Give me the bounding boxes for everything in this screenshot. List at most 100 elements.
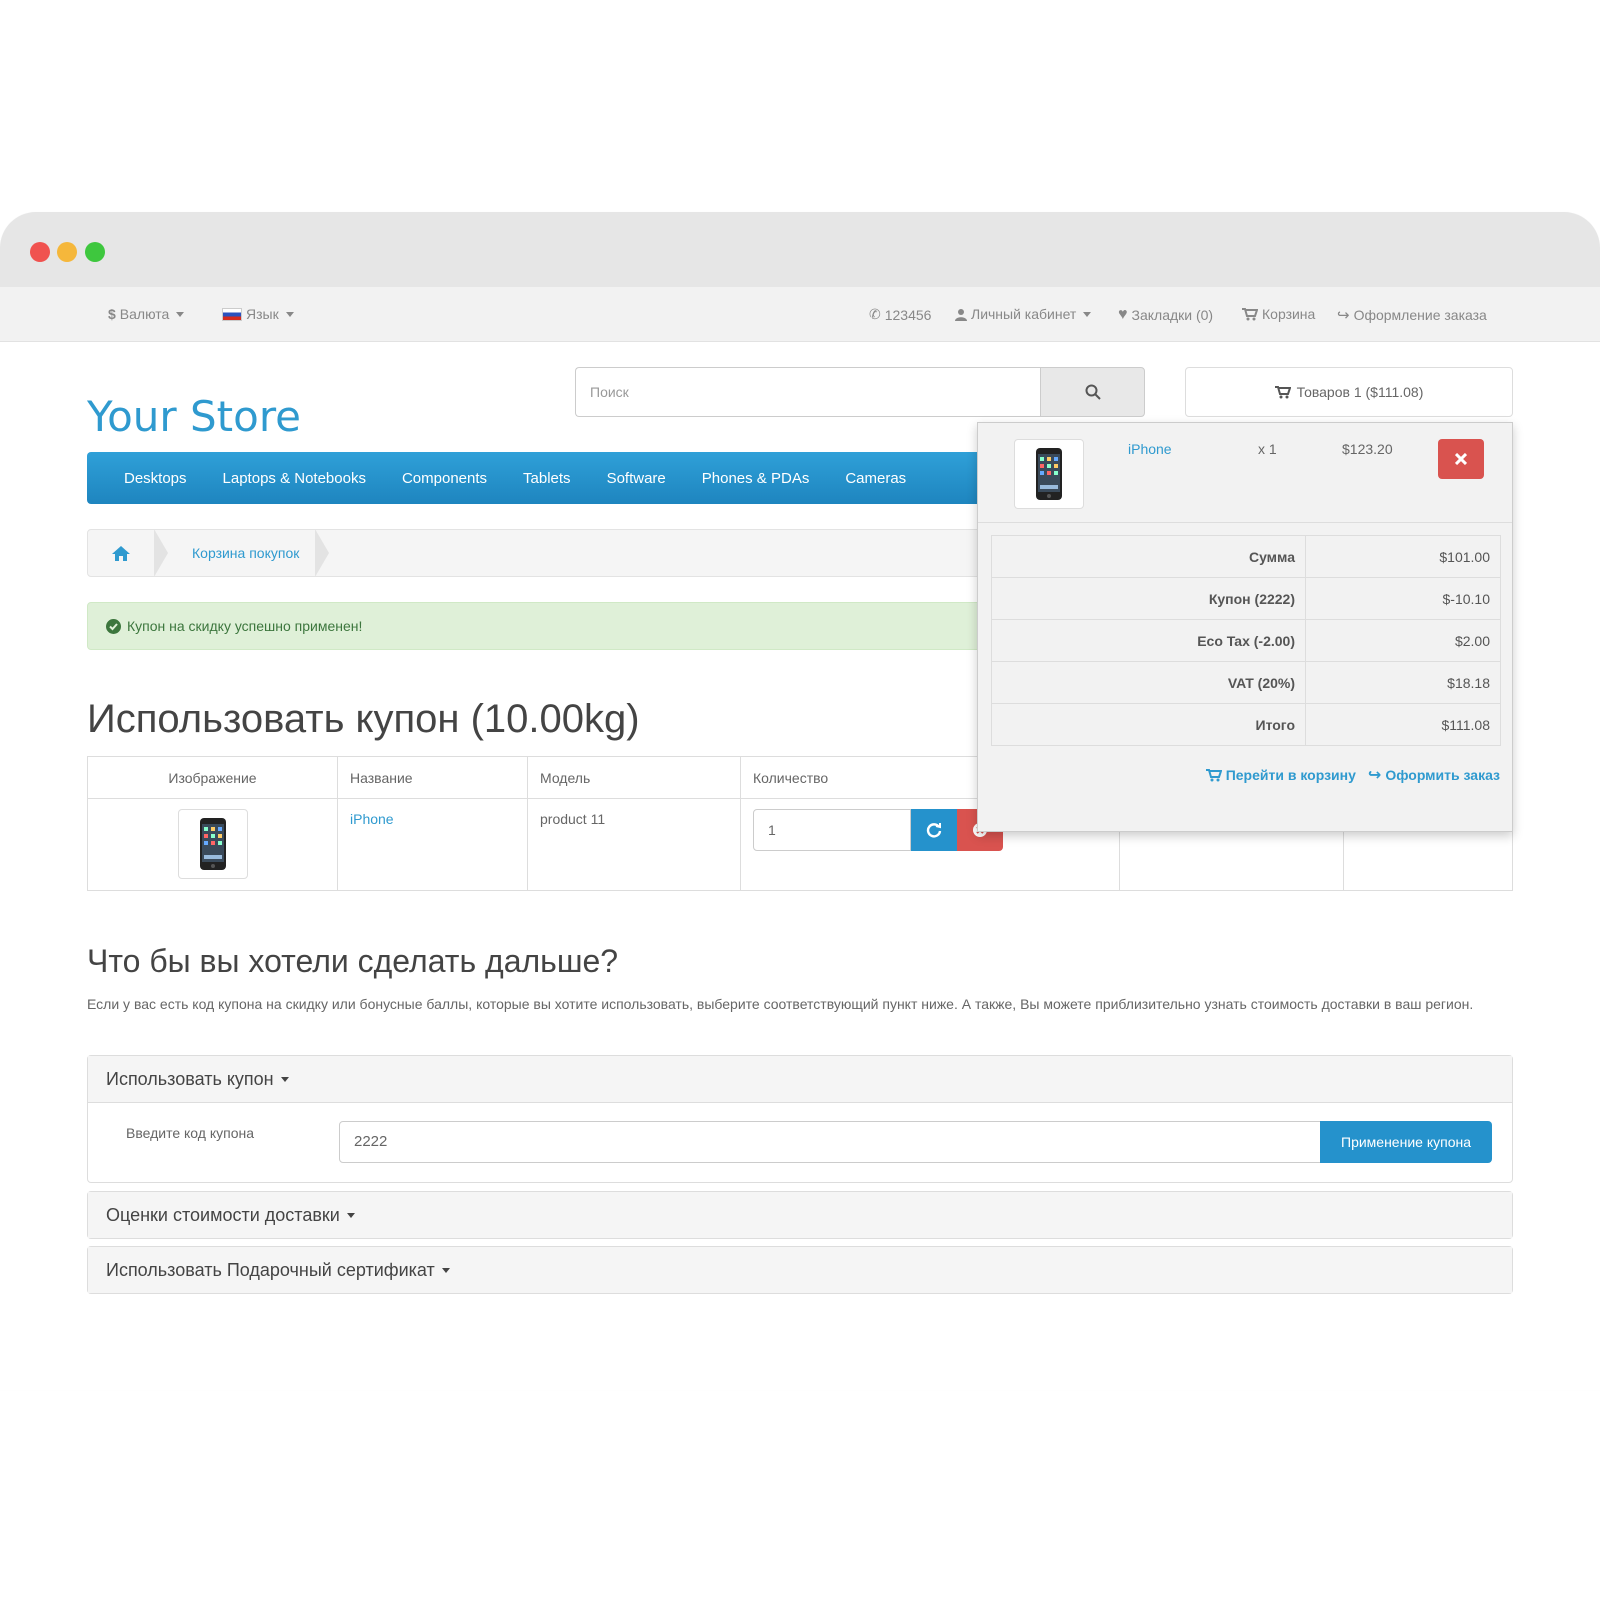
menu-item-desktops[interactable]: Desktops bbox=[106, 470, 205, 487]
checkout-dropdown-label: Оформить заказ bbox=[1385, 767, 1500, 783]
menu-item-laptops[interactable]: Laptops & Notebooks bbox=[205, 470, 384, 487]
chevron-down-icon bbox=[285, 311, 294, 317]
account-label: Личный кабинет bbox=[971, 306, 1077, 322]
cart-link[interactable]: Корзина bbox=[1242, 306, 1315, 322]
totals-label: Eco Tax (-2.00) bbox=[991, 619, 1306, 662]
close-window-button[interactable] bbox=[30, 242, 50, 262]
cart-dropdown-product-name[interactable]: iPhone bbox=[1128, 441, 1172, 457]
menu-item-components[interactable]: Components bbox=[384, 470, 505, 487]
phone-image bbox=[1036, 448, 1062, 500]
column-header-name: Название bbox=[337, 756, 528, 799]
totals-label: Купон (2222) bbox=[991, 577, 1306, 620]
coupon-panel-toggle[interactable]: Использовать купон bbox=[88, 1056, 1512, 1102]
product-thumbnail[interactable] bbox=[178, 809, 248, 879]
menu-item-software[interactable]: Software bbox=[589, 470, 684, 487]
apply-coupon-button[interactable]: Применение купона bbox=[1320, 1121, 1492, 1163]
voucher-panel-title: Использовать Подарочный сертификат bbox=[106, 1259, 435, 1280]
language-dropdown[interactable]: Язык bbox=[222, 306, 294, 322]
cart-dropdown-product: iPhone x 1 $123.20 bbox=[978, 423, 1512, 523]
totals-value: $111.08 bbox=[1305, 703, 1501, 746]
shipping-panel-toggle[interactable]: Оценки стоимости доставки bbox=[88, 1192, 1512, 1238]
cart-icon bbox=[1242, 307, 1258, 320]
coupon-panel-title: Использовать купон bbox=[106, 1068, 274, 1089]
totals-value: $101.00 bbox=[1305, 535, 1501, 578]
coupon-code-label: Введите код купона bbox=[126, 1125, 255, 1141]
breadcrumb-cart[interactable]: Корзина покупок bbox=[168, 545, 315, 561]
cart-label: Корзина bbox=[1262, 306, 1316, 322]
search-button[interactable] bbox=[1040, 367, 1145, 417]
quantity-input[interactable]: 1 bbox=[753, 809, 911, 851]
wishlist-link[interactable]: ♥ Закладки (0) bbox=[1118, 306, 1213, 324]
totals-label: Сумма bbox=[991, 535, 1306, 578]
maximize-window-button[interactable] bbox=[85, 242, 105, 262]
header-cart-button[interactable]: Товаров 1 ($111.08) bbox=[1185, 367, 1513, 417]
account-dropdown[interactable]: Личный кабинет bbox=[955, 306, 1092, 322]
minimize-window-button[interactable] bbox=[57, 242, 77, 262]
heart-icon: ♥ bbox=[1118, 306, 1128, 323]
voucher-panel: Использовать Подарочный сертификат bbox=[87, 1246, 1513, 1294]
alert-text: Купон на скидку успешно применен! bbox=[127, 618, 363, 634]
close-icon bbox=[1455, 453, 1467, 465]
store-logo[interactable]: Your Store bbox=[87, 392, 301, 441]
coupon-panel: Использовать купон Введите код купона 22… bbox=[87, 1055, 1513, 1183]
totals-row: Eco Tax (-2.00) $2.00 bbox=[991, 619, 1501, 662]
coupon-code-input[interactable]: 2222 bbox=[339, 1121, 1322, 1163]
column-header-model: Модель bbox=[527, 756, 741, 799]
breadcrumb-home[interactable] bbox=[88, 530, 154, 576]
cart-dropdown-product-qty: x 1 bbox=[1258, 441, 1277, 457]
coupon-panel-body: Введите код купона 2222 Применение купон… bbox=[88, 1102, 1512, 1182]
cell-image bbox=[87, 798, 338, 891]
checkout-link[interactable]: ↪ Оформление заказа bbox=[1337, 306, 1487, 324]
phone-icon: ✆ bbox=[869, 306, 881, 322]
product-name-link[interactable]: iPhone bbox=[350, 811, 394, 827]
chevron-down-icon bbox=[176, 311, 185, 317]
cart-dropdown-actions: Перейти в корзину ↪ Оформить заказ bbox=[1205, 765, 1500, 785]
cart-dropdown: iPhone x 1 $123.20 Сумма $101.00 Купон (2… bbox=[977, 422, 1513, 832]
breadcrumb-separator bbox=[154, 529, 168, 577]
cell-model: product 11 bbox=[527, 798, 741, 891]
cart-icon bbox=[1274, 385, 1291, 398]
cart-icon bbox=[1205, 768, 1222, 781]
page-title: Использовать купон (10.00kg) bbox=[87, 697, 640, 741]
currency-label: Валюта bbox=[119, 306, 170, 322]
menu-item-phones[interactable]: Phones & PDAs bbox=[684, 470, 828, 487]
check-circle-icon bbox=[106, 618, 121, 634]
chevron-down-icon bbox=[1083, 311, 1092, 317]
shipping-panel: Оценки стоимости доставки bbox=[87, 1191, 1513, 1239]
caret-down-icon bbox=[280, 1076, 289, 1082]
russian-flag-icon bbox=[222, 307, 242, 321]
currency-dropdown[interactable]: $ Валюта bbox=[108, 306, 185, 322]
next-steps-description: Если у вас есть код купона на скидку или… bbox=[87, 996, 1474, 1012]
update-button[interactable] bbox=[911, 809, 957, 851]
totals-row: Итого $111.08 bbox=[991, 703, 1501, 746]
language-label: Язык bbox=[246, 306, 279, 322]
cart-dropdown-thumbnail[interactable] bbox=[1014, 439, 1084, 509]
phone-number: 123456 bbox=[884, 306, 932, 323]
shipping-panel-title: Оценки стоимости доставки bbox=[106, 1204, 340, 1225]
share-icon: ↪ bbox=[1337, 307, 1350, 324]
totals-row: Сумма $101.00 bbox=[991, 535, 1501, 578]
menu-item-tablets[interactable]: Tablets bbox=[505, 470, 589, 487]
checkout-label: Оформление заказа bbox=[1353, 307, 1487, 323]
view-cart-label: Перейти в корзину bbox=[1225, 767, 1356, 783]
view-cart-link[interactable]: Перейти в корзину bbox=[1205, 765, 1356, 785]
totals-value: $-10.10 bbox=[1305, 577, 1501, 620]
totals-label: VAT (20%) bbox=[991, 661, 1306, 704]
totals-value: $2.00 bbox=[1305, 619, 1501, 662]
header-cart-label: Товаров 1 ($111.08) bbox=[1296, 384, 1424, 400]
share-icon: ↪ bbox=[1367, 767, 1382, 784]
voucher-panel-toggle[interactable]: Использовать Подарочный сертификат bbox=[88, 1247, 1512, 1293]
cell-name: iPhone bbox=[337, 798, 528, 891]
user-icon bbox=[955, 308, 967, 321]
phone-link[interactable]: ✆ 123456 bbox=[869, 306, 931, 323]
cart-dropdown-remove-button[interactable] bbox=[1438, 439, 1484, 479]
totals-row: VAT (20%) $18.18 bbox=[991, 661, 1501, 704]
search-input[interactable]: Поиск bbox=[575, 367, 1045, 417]
checkout-link-dropdown[interactable]: ↪ Оформить заказ bbox=[1368, 765, 1500, 785]
menu-item-cameras[interactable]: Cameras bbox=[827, 470, 924, 487]
totals-row: Купон (2222) $-10.10 bbox=[991, 577, 1501, 620]
totals-label: Итого bbox=[991, 703, 1306, 746]
window-titlebar bbox=[0, 212, 1600, 287]
top-bar: $ Валюта Язык ✆ 123456 Личный кабинет ♥ … bbox=[0, 287, 1600, 342]
home-icon bbox=[112, 545, 130, 561]
